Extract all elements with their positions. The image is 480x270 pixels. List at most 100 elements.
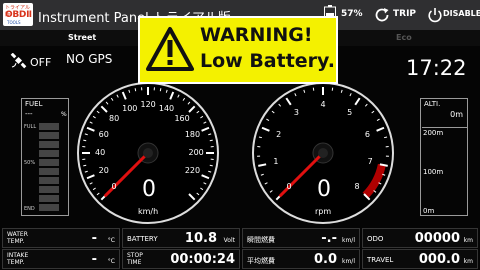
odo-value: 00000 (414, 231, 460, 246)
rpm-tick-label: 7 (367, 157, 373, 167)
speed-tick-label: 60 (98, 129, 109, 139)
speed-minor-tick (209, 164, 213, 167)
avg-fuel-unit: km/l (341, 258, 355, 265)
battery-voltage-unit: Volt (223, 237, 235, 244)
fuel-bar-segment (39, 132, 59, 139)
warning-icon (146, 27, 194, 71)
battery-voltage-label: BATTERY (127, 235, 158, 243)
gps-status: NO GPS (66, 52, 113, 66)
rpm-value: 0 (317, 177, 331, 202)
instant-fuel-cell: 瞬間燃費 -.- km/l (242, 228, 360, 248)
water-temp-cell: WATER TEMP. - °C (2, 228, 120, 248)
warning-title: WARNING! (200, 24, 313, 46)
tab-eco[interactable]: Eco (396, 33, 412, 42)
speed-value: 0 (142, 177, 156, 202)
satellite-icon (10, 53, 27, 69)
speed-minor-tick (134, 88, 137, 92)
fuel-bar-segment (39, 195, 59, 202)
travel-value: 000.0 (418, 252, 460, 267)
fuel-half-mark: 50% (24, 160, 36, 166)
speed-needle-hub (143, 148, 153, 158)
low-battery-warning[interactable]: WARNING! Low Battery. (138, 16, 338, 84)
power-icon[interactable] (426, 6, 444, 24)
instant-fuel-value: -.- (321, 231, 337, 246)
fuel-bar-segment (39, 141, 59, 148)
speed-unit: km/h (138, 207, 159, 216)
altitude-tick: 100m (423, 168, 444, 176)
intake-temp-label-line2: TEMP. (7, 259, 25, 266)
fuel-unit: % (61, 111, 67, 118)
rpm-tick-label: 4 (320, 100, 326, 109)
instant-fuel-label: 瞬間燃費 (247, 236, 275, 244)
rpm-tick-label: 5 (347, 108, 353, 118)
water-temp-label-line2: TEMP. (7, 238, 25, 245)
app-logo-tools: TOOLS (7, 20, 21, 25)
rpm-tick-label: 6 (364, 129, 370, 139)
tab-street[interactable]: Street (68, 33, 96, 42)
altitude-tick: 200m (423, 129, 444, 137)
instant-fuel-unit: km/l (341, 237, 355, 244)
fuel-bar-segment (39, 186, 59, 193)
trip-button[interactable]: TRIP (393, 9, 416, 19)
speed-tick-label: 220 (184, 166, 201, 176)
avg-fuel-label: 平均燃費 (247, 257, 275, 265)
rpm-tick-label: 0 (286, 181, 292, 191)
speed-tick-label: 20 (98, 166, 109, 176)
speed-minor-tick (209, 139, 213, 142)
warning-message: Low Battery. (200, 50, 335, 72)
trip-reset-icon[interactable] (373, 6, 391, 24)
speed-minor-tick (159, 88, 162, 92)
instrument-panel: トライアル版 OBDⅡ TOOLS Instrument Panel トライアル… (0, 0, 480, 270)
stop-time-value: 00:00:24 (170, 252, 235, 267)
water-temp-unit: °C (107, 237, 115, 244)
altitude-gauge: ALTI. 0m 200m 100m 0m (420, 98, 468, 216)
water-temp-value: - (91, 231, 97, 246)
fuel-bar-segment (39, 159, 59, 166)
gps-state: OFF (30, 56, 52, 69)
speed-minor-tick (83, 164, 87, 167)
speed-tick-label: 100 (122, 103, 138, 113)
stop-time-label-line2: TIME (127, 259, 142, 266)
altitude-divider (422, 127, 467, 128)
stop-time-cell: STOP TIME 00:00:24 (122, 249, 240, 269)
travel-label: TRAVEL (367, 256, 394, 264)
intake-temp-label-line1: INTAKE (7, 252, 29, 259)
rpm-tick-label: 8 (354, 181, 360, 191)
intake-temp-label: INTAKE TEMP. (7, 252, 28, 266)
avg-fuel-cell: 平均燃費 0.0 km/l (242, 249, 360, 269)
fuel-end-mark: END (24, 206, 35, 212)
fuel-bar-segment (39, 204, 59, 211)
rpm-tick-label: 2 (276, 129, 282, 139)
speed-tick-label: 0 (111, 181, 117, 191)
speedometer: 0 km/h 0 20 40 60 80 100 120 140 160 180 200 220 (76, 81, 220, 225)
fuel-value: --- (25, 110, 33, 118)
rpm-needle-hub (318, 148, 328, 158)
water-temp-label-line1: WATER (7, 231, 28, 238)
fuel-label: FUEL (25, 100, 43, 108)
fuel-bar-segment (39, 168, 59, 175)
battery-voltage-cell: BATTERY 10.8 Volt (122, 228, 240, 248)
speed-tick-label: 40 (95, 148, 106, 157)
speed-tick-label: 200 (188, 148, 204, 157)
fuel-bar-segment (39, 123, 59, 130)
fuel-bar-segment (39, 150, 59, 157)
odo-unit: km (463, 237, 473, 244)
intake-temp-unit: °C (107, 258, 115, 265)
speed-tick-label: 120 (140, 100, 156, 109)
travel-unit: km (463, 258, 473, 265)
stop-time-label-line1: STOP (127, 252, 143, 259)
speed-minor-tick (83, 139, 87, 142)
rpm-minor-tick (383, 136, 388, 139)
altitude-tick: 0m (423, 207, 435, 215)
stop-time-label: STOP TIME (127, 252, 143, 266)
disable-button[interactable]: DISABLE (443, 9, 480, 18)
speed-tick-label: 180 (184, 129, 201, 139)
clock: 17:22 (406, 56, 467, 80)
water-temp-label: WATER TEMP. (7, 231, 28, 245)
tachometer: 0 rpm 0 1 2 3 4 5 6 7 8 (251, 81, 395, 225)
altitude-value: 0m (450, 110, 463, 119)
intake-temp-value: - (91, 252, 97, 267)
speed-tick-label: 80 (109, 114, 120, 124)
intake-temp-cell: INTAKE TEMP. - °C (2, 249, 120, 269)
rpm-minor-tick (258, 136, 263, 139)
